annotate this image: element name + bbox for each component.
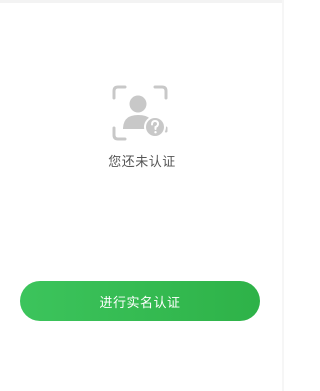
- scrollbar-track: [282, 0, 284, 391]
- verification-page: 您还未认证 进行实名认证: [0, 0, 284, 391]
- verification-status-text: 您还未认证: [108, 155, 176, 170]
- verify-identity-button[interactable]: 进行实名认证: [20, 281, 260, 321]
- unverified-person-icon: [112, 85, 168, 141]
- top-divider: [0, 0, 284, 3]
